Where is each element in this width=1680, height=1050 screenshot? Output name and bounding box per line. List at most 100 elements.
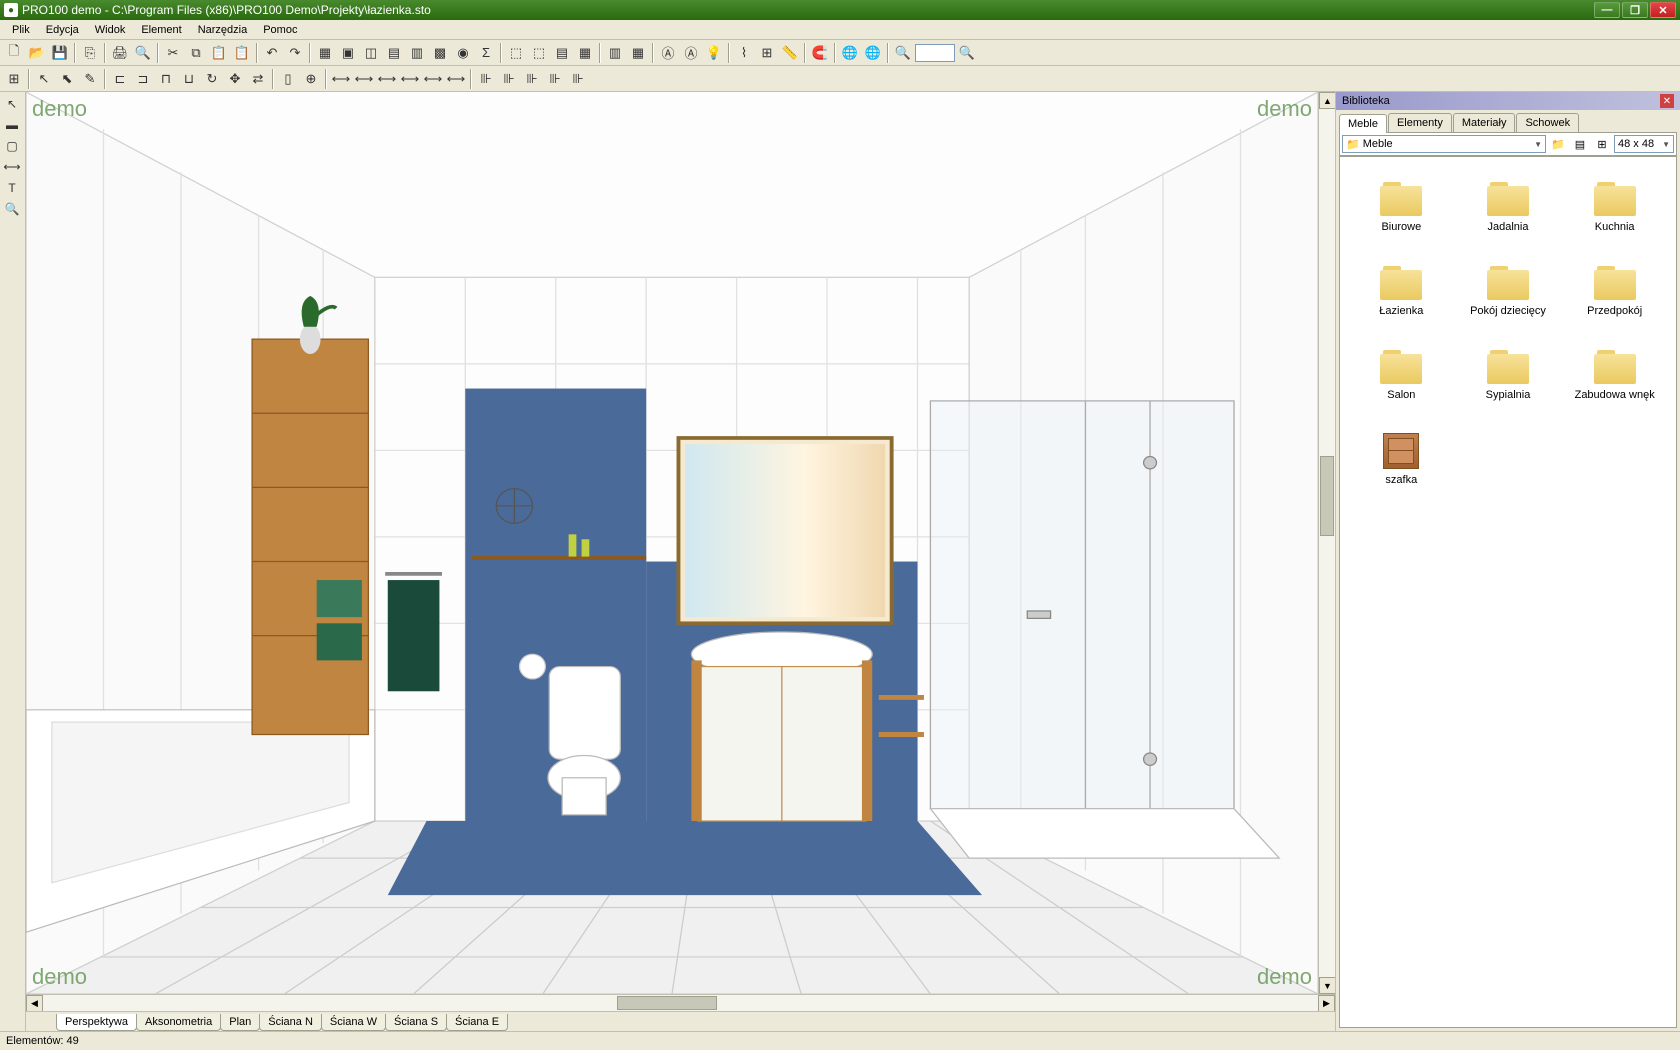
lib-tab-meble[interactable]: Meble xyxy=(1339,114,1387,133)
distribute-icon[interactable]: ⊪ xyxy=(475,68,497,90)
tool-icon[interactable]: ▥ xyxy=(406,42,428,64)
flip-icon[interactable]: ⇄ xyxy=(247,68,269,90)
library-close-icon[interactable]: ✕ xyxy=(1660,94,1674,108)
lib-item-jadalnia[interactable]: Jadalnia xyxy=(1457,167,1560,247)
lib-item-salon[interactable]: Salon xyxy=(1350,335,1453,415)
menu-pomoc[interactable]: Pomoc xyxy=(255,22,305,38)
sum-icon[interactable]: Σ xyxy=(475,42,497,64)
pointer-icon[interactable]: ⬉ xyxy=(56,68,78,90)
print-icon[interactable]: 🖨 xyxy=(109,42,131,64)
menu-element[interactable]: Element xyxy=(133,22,189,38)
zoom-input[interactable] xyxy=(915,44,955,62)
lib-item-pokoj-dzieciecy[interactable]: Pokój dziecięcy xyxy=(1457,251,1560,331)
tool-icon[interactable]: ▩ xyxy=(429,42,451,64)
tool-icon[interactable]: ▦ xyxy=(314,42,336,64)
wall-tool-icon[interactable]: ▬ xyxy=(2,115,22,135)
move-icon[interactable]: ✥ xyxy=(224,68,246,90)
close-button[interactable]: ✕ xyxy=(1650,2,1676,18)
zoom-tool-icon[interactable]: 🔍 xyxy=(2,199,22,219)
tab-perspektywa[interactable]: Perspektywa xyxy=(56,1014,137,1031)
lib-item-biurowe[interactable]: Biurowe xyxy=(1350,167,1453,247)
edit-icon[interactable]: ✎ xyxy=(79,68,101,90)
globe-icon[interactable]: 🌐 xyxy=(839,42,861,64)
tab-sciana-w[interactable]: Ściana W xyxy=(321,1014,386,1031)
dimension-tool-icon[interactable]: ⟷ xyxy=(2,157,22,177)
menu-edycja[interactable]: Edycja xyxy=(38,22,87,38)
tab-sciana-s[interactable]: Ściana S xyxy=(385,1014,447,1031)
dim-icon[interactable]: ⟷ xyxy=(422,68,444,90)
minimize-button[interactable]: — xyxy=(1594,2,1620,18)
lib-item-kuchnia[interactable]: Kuchnia xyxy=(1563,167,1666,247)
up-folder-icon[interactable]: 📁 xyxy=(1548,134,1568,154)
view-list-icon[interactable]: ▤ xyxy=(1570,134,1590,154)
light-icon[interactable]: 💡 xyxy=(703,42,725,64)
text-icon[interactable]: Ⓐ xyxy=(657,42,679,64)
menu-narzedzia[interactable]: Narzędzia xyxy=(190,22,256,38)
tab-aksonometria[interactable]: Aksonometria xyxy=(136,1014,221,1031)
ruler-icon[interactable]: 📏 xyxy=(779,42,801,64)
layers-icon[interactable]: ▤ xyxy=(551,42,573,64)
tool-icon[interactable]: ◫ xyxy=(360,42,382,64)
ungroup-icon[interactable]: ⬚ xyxy=(528,42,550,64)
globe-icon[interactable]: 🌐 xyxy=(862,42,884,64)
text-tool-icon[interactable]: T xyxy=(2,178,22,198)
tab-plan[interactable]: Plan xyxy=(220,1014,260,1031)
distribute-icon[interactable]: ⊪ xyxy=(544,68,566,90)
tool-icon[interactable]: ◉ xyxy=(452,42,474,64)
tool-icon[interactable]: ▤ xyxy=(383,42,405,64)
vertical-scrollbar[interactable]: ▲ ▼ xyxy=(1318,92,1335,994)
align-icon[interactable]: ⊐ xyxy=(132,68,154,90)
3d-viewport[interactable]: demo demo demo demo xyxy=(26,92,1318,994)
lib-item-szafka[interactable]: szafka xyxy=(1350,419,1453,499)
zoom-out-icon[interactable]: 🔍 xyxy=(892,42,914,64)
lib-tab-schowek[interactable]: Schowek xyxy=(1516,113,1579,132)
menu-widok[interactable]: Widok xyxy=(87,22,134,38)
thumbnail-size-dropdown[interactable]: 48 x 48 xyxy=(1614,135,1674,153)
export-icon[interactable]: ⎘ xyxy=(79,42,101,64)
view-icon[interactable]: ▦ xyxy=(627,42,649,64)
redo-icon[interactable]: ↷ xyxy=(284,42,306,64)
lib-item-przedpokoj[interactable]: Przedpokój xyxy=(1563,251,1666,331)
save-file-icon[interactable]: 💾 xyxy=(49,42,71,64)
view-icon[interactable]: ▥ xyxy=(604,42,626,64)
distribute-icon[interactable]: ⊪ xyxy=(567,68,589,90)
undo-icon[interactable]: ↶ xyxy=(261,42,283,64)
misc-icon[interactable]: ⌇ xyxy=(733,42,755,64)
open-file-icon[interactable]: 📂 xyxy=(26,42,48,64)
menu-plik[interactable]: Plik xyxy=(4,22,38,38)
group-icon[interactable]: ⬚ xyxy=(505,42,527,64)
lib-item-zabudowa-wnek[interactable]: Zabudowa wnęk xyxy=(1563,335,1666,415)
scroll-left-icon[interactable]: ◀ xyxy=(26,995,43,1012)
lib-item-sypialnia[interactable]: Sypialnia xyxy=(1457,335,1560,415)
grid-snap-icon[interactable]: ⊞ xyxy=(3,68,25,90)
rotate-icon[interactable]: ↻ xyxy=(201,68,223,90)
scroll-up-icon[interactable]: ▲ xyxy=(1319,92,1336,109)
view-grid-icon[interactable]: ⊞ xyxy=(1592,134,1612,154)
align-icon[interactable]: ⊓ xyxy=(155,68,177,90)
dim-icon[interactable]: ⟷ xyxy=(376,68,398,90)
dim-icon[interactable]: ⟷ xyxy=(330,68,352,90)
copy-icon[interactable]: ⧉ xyxy=(185,42,207,64)
distribute-icon[interactable]: ⊪ xyxy=(498,68,520,90)
lib-item-lazienka[interactable]: Łazienka xyxy=(1350,251,1453,331)
element-tool-icon[interactable]: ▢ xyxy=(2,136,22,156)
align-icon[interactable]: ⊏ xyxy=(109,68,131,90)
horizontal-scrollbar[interactable]: ◀ ▶ xyxy=(26,994,1335,1011)
lib-tab-materialy[interactable]: Materiały xyxy=(1453,113,1516,132)
paste-icon[interactable]: 📋 xyxy=(208,42,230,64)
dim-icon[interactable]: ⟷ xyxy=(399,68,421,90)
tab-sciana-e[interactable]: Ściana E xyxy=(446,1014,508,1031)
scroll-down-icon[interactable]: ▼ xyxy=(1319,977,1336,994)
select-icon[interactable]: ↖ xyxy=(33,68,55,90)
new-file-icon[interactable]: 🗋 xyxy=(3,42,25,64)
center-icon[interactable]: ⊕ xyxy=(300,68,322,90)
distribute-icon[interactable]: ⊪ xyxy=(521,68,543,90)
print-preview-icon[interactable]: 🔍 xyxy=(132,42,154,64)
align-icon[interactable]: ▯ xyxy=(277,68,299,90)
selection-tool-icon[interactable]: ↖ xyxy=(2,94,22,114)
lib-tab-elementy[interactable]: Elementy xyxy=(1388,113,1452,132)
scroll-right-icon[interactable]: ▶ xyxy=(1318,995,1335,1012)
dim-icon[interactable]: ⟷ xyxy=(445,68,467,90)
library-folder-dropdown[interactable]: 📁 Meble xyxy=(1342,135,1546,153)
tool-icon[interactable]: ▣ xyxy=(337,42,359,64)
